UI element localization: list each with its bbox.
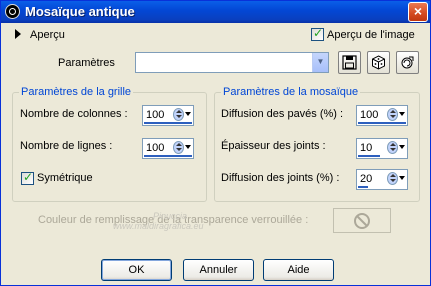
save-icon — [342, 55, 357, 70]
remplissage-color-button[interactable] — [333, 208, 391, 233]
diffusion-joints-slider-bar — [358, 186, 368, 188]
help-button[interactable]: Aide — [263, 259, 334, 281]
dropdown-arrow-icon[interactable] — [399, 112, 405, 116]
spin-arrows-icon[interactable] — [387, 172, 398, 185]
colonnes-slider-bar — [144, 122, 192, 124]
parametres-label: Paramètres — [58, 57, 115, 69]
grille-group-title: Paramètres de la grille — [19, 86, 134, 98]
dropdown-arrow-icon[interactable] — [399, 145, 405, 149]
cancel-button[interactable]: Annuler — [183, 259, 254, 281]
reset-icon — [401, 56, 414, 69]
colonnes-value[interactable]: 100 — [146, 109, 164, 121]
lignes-label: Nombre de lignes : — [20, 140, 113, 152]
no-entry-icon — [354, 213, 370, 229]
watermark-line1: Pinuccia — [153, 211, 188, 221]
epaisseur-label: Épaisseur des joints : — [221, 140, 326, 152]
ok-button[interactable]: OK — [101, 259, 172, 281]
diffusion-paves-spinbox[interactable]: 100 — [356, 105, 408, 126]
dropdown-arrow-icon[interactable] — [399, 176, 405, 180]
check-icon: ✓ — [313, 26, 324, 40]
symetrique-label: Symétrique — [37, 172, 93, 184]
lignes-spinbox[interactable]: 100 — [142, 138, 194, 159]
diffusion-paves-slider-bar — [358, 122, 406, 124]
lignes-slider-bar — [144, 155, 192, 157]
spin-arrows-icon[interactable] — [173, 141, 184, 154]
window-title: Mosaïque antique — [25, 4, 135, 19]
watermark-line2: www.maldiragrafica.eu — [113, 221, 204, 231]
epaisseur-value[interactable]: 10 — [360, 142, 372, 154]
app-icon — [5, 4, 20, 19]
check-icon: ✓ — [23, 170, 34, 184]
apercu-image-checkbox[interactable]: ✓ — [311, 26, 324, 41]
dropdown-arrow-icon[interactable] — [185, 112, 191, 116]
parametres-combobox[interactable]: ▼ — [135, 52, 329, 73]
lignes-value[interactable]: 100 — [146, 142, 164, 154]
title-bar[interactable]: Mosaïque antique × — [1, 1, 430, 23]
dice-icon — [372, 55, 385, 70]
apercu-label[interactable]: Aperçu — [30, 29, 65, 41]
chevron-down-icon[interactable]: ▼ — [312, 53, 328, 72]
dropdown-arrow-icon[interactable] — [185, 145, 191, 149]
symetrique-checkbox[interactable]: ✓ — [21, 170, 34, 185]
expand-arrow-icon[interactable] — [15, 29, 21, 39]
reset-button[interactable] — [396, 51, 419, 74]
dialog-window: Mosaïque antique × Aperçu ✓ Aperçu de l'… — [0, 0, 431, 286]
diffusion-paves-value[interactable]: 100 — [360, 109, 378, 121]
epaisseur-spinbox[interactable]: 10 — [356, 138, 408, 159]
diffusion-joints-label: Diffusion des joints (%) : — [221, 172, 340, 184]
diffusion-paves-label: Diffusion des pavés (%) : — [221, 108, 344, 120]
spin-arrows-icon[interactable] — [387, 108, 398, 121]
random-button[interactable] — [367, 51, 390, 74]
save-preset-button[interactable] — [338, 51, 361, 74]
spin-arrows-icon[interactable] — [173, 108, 184, 121]
apercu-image-label: Aperçu de l'image — [327, 29, 415, 41]
epaisseur-slider-bar — [358, 155, 380, 157]
colonnes-spinbox[interactable]: 100 — [142, 105, 194, 126]
mosaique-group-title: Paramètres de la mosaïque — [221, 86, 361, 98]
diffusion-joints-spinbox[interactable]: 20 — [356, 169, 408, 190]
watermark: Pinuccia www.maldiragrafica.eu — [113, 211, 204, 231]
colonnes-label: Nombre de colonnes : — [20, 108, 128, 120]
spin-arrows-icon[interactable] — [387, 141, 398, 154]
diffusion-joints-value[interactable]: 20 — [360, 173, 372, 185]
close-button[interactable]: × — [408, 2, 428, 22]
